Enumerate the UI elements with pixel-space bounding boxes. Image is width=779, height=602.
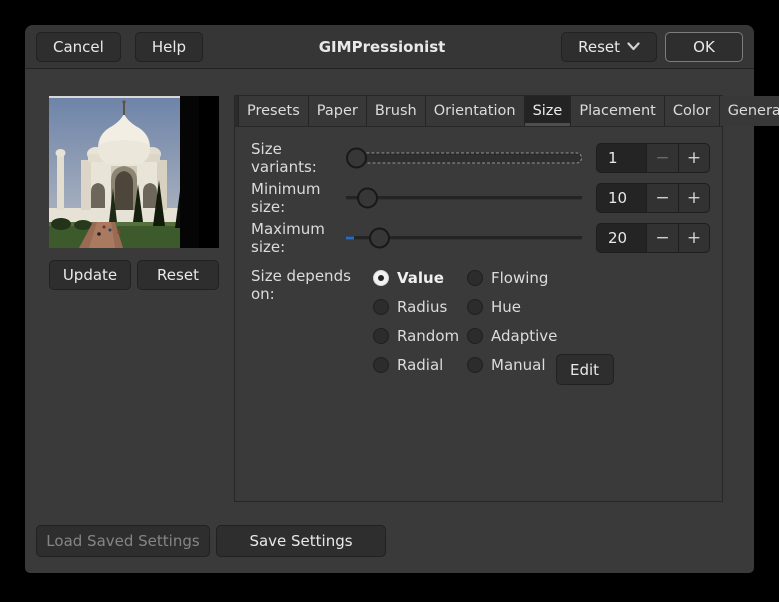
minimum-size-slider[interactable] [346, 183, 582, 213]
minimum-size-row: Minimum size: − + [251, 183, 710, 213]
size-variants-row: Size variants: − + [251, 143, 710, 173]
maximum-size-row: Maximum size: − + [251, 223, 710, 253]
radio-option-adaptive[interactable]: Adaptive [467, 321, 614, 350]
tab-strip: Presets Paper Brush Orientation Size Pla… [235, 96, 722, 127]
radio-unchecked-icon [467, 270, 483, 286]
radio-checked-icon [373, 270, 389, 286]
load-saved-settings-button[interactable]: Load Saved Settings [36, 525, 210, 557]
size-variants-plus-button[interactable]: + [678, 143, 710, 173]
size-variants-slider[interactable] [346, 143, 582, 173]
tab-brush[interactable]: Brush [367, 96, 426, 126]
tab-color[interactable]: Color [665, 96, 720, 126]
radio-option-manual[interactable]: Manual Edit [467, 350, 614, 379]
minimum-size-label: Minimum size: [251, 180, 346, 216]
depends-column-2: Flowing Hue Adaptive Manual [467, 263, 614, 379]
radio-option-flowing[interactable]: Flowing [467, 263, 614, 292]
plus-icon: + [687, 148, 701, 168]
size-variants-minus-button[interactable]: − [646, 143, 678, 173]
gimpressionist-dialog: Cancel Help GIMPressionist Reset OK [25, 25, 754, 573]
radio-unchecked-icon [373, 357, 389, 373]
size-depends-on-label: Size depends on: [251, 263, 373, 303]
update-preview-button[interactable]: Update [49, 260, 131, 290]
maximum-size-plus-button[interactable]: + [678, 223, 710, 253]
radio-unchecked-icon [467, 328, 483, 344]
slider-fill [346, 237, 354, 240]
dialog-title: GIMPressionist [203, 38, 561, 56]
minimum-size-spinbox: − + [596, 183, 710, 213]
tab-placement[interactable]: Placement [571, 96, 664, 126]
chevron-down-icon [627, 42, 640, 51]
radio-option-hue[interactable]: Hue [467, 292, 614, 321]
footer: Load Saved Settings Save Settings [36, 525, 386, 557]
size-variants-slider-knob[interactable] [346, 148, 367, 169]
taj-mahal-preview-image [49, 96, 199, 248]
size-variants-spinbox: − + [596, 143, 710, 173]
size-variants-label: Size variants: [251, 140, 346, 176]
maximum-size-label: Maximum size: [251, 220, 346, 256]
minus-icon: − [655, 148, 669, 168]
reset-preview-button[interactable]: Reset [137, 260, 219, 290]
radio-option-radius[interactable]: Radius [373, 292, 467, 321]
radio-option-random[interactable]: Random [373, 321, 467, 350]
edit-manual-button[interactable]: Edit [556, 354, 614, 385]
cancel-button[interactable]: Cancel [36, 32, 121, 62]
preview-image[interactable] [49, 96, 219, 248]
maximum-size-entry[interactable] [596, 223, 646, 253]
maximum-size-slider-knob[interactable] [369, 228, 390, 249]
reset-menu-label: Reset [578, 38, 620, 56]
radio-option-radial[interactable]: Radial [373, 350, 467, 379]
reset-menu-button[interactable]: Reset [561, 32, 657, 62]
minimum-size-entry[interactable] [596, 183, 646, 213]
dialog-body: Update Reset Presets Paper Brush Orienta… [25, 69, 754, 572]
size-page: Size variants: − + Minimum size: [235, 127, 722, 379]
preview-panel: Update Reset [49, 96, 243, 290]
help-button[interactable]: Help [135, 32, 203, 62]
tab-orientation[interactable]: Orientation [426, 96, 525, 126]
depends-column-1: Value Radius Random Radial [373, 263, 467, 379]
minus-icon: − [655, 228, 669, 248]
tab-paper[interactable]: Paper [309, 96, 367, 126]
maximum-size-minus-button[interactable]: − [646, 223, 678, 253]
save-settings-button[interactable]: Save Settings [216, 525, 386, 557]
ok-button[interactable]: OK [665, 32, 743, 62]
tab-presets[interactable]: Presets [238, 96, 309, 126]
plus-icon: + [687, 228, 701, 248]
radio-unchecked-icon [373, 299, 389, 315]
size-depends-on-group: Size depends on: Value Radius Random [251, 263, 710, 379]
radio-unchecked-icon [467, 299, 483, 315]
minimum-size-plus-button[interactable]: + [678, 183, 710, 213]
tab-size[interactable]: Size [525, 96, 572, 126]
minus-icon: − [655, 188, 669, 208]
tab-general[interactable]: General [720, 96, 779, 126]
radio-unchecked-icon [467, 357, 483, 373]
minimum-size-slider-knob[interactable] [357, 188, 378, 209]
settings-notebook: Presets Paper Brush Orientation Size Pla… [234, 95, 723, 502]
plus-icon: + [687, 188, 701, 208]
size-variants-entry[interactable] [596, 143, 646, 173]
radio-option-value[interactable]: Value [373, 263, 467, 292]
maximum-size-slider[interactable] [346, 223, 582, 253]
titlebar: Cancel Help GIMPressionist Reset OK [25, 25, 754, 69]
maximum-size-spinbox: − + [596, 223, 710, 253]
radio-unchecked-icon [373, 328, 389, 344]
minimum-size-minus-button[interactable]: − [646, 183, 678, 213]
